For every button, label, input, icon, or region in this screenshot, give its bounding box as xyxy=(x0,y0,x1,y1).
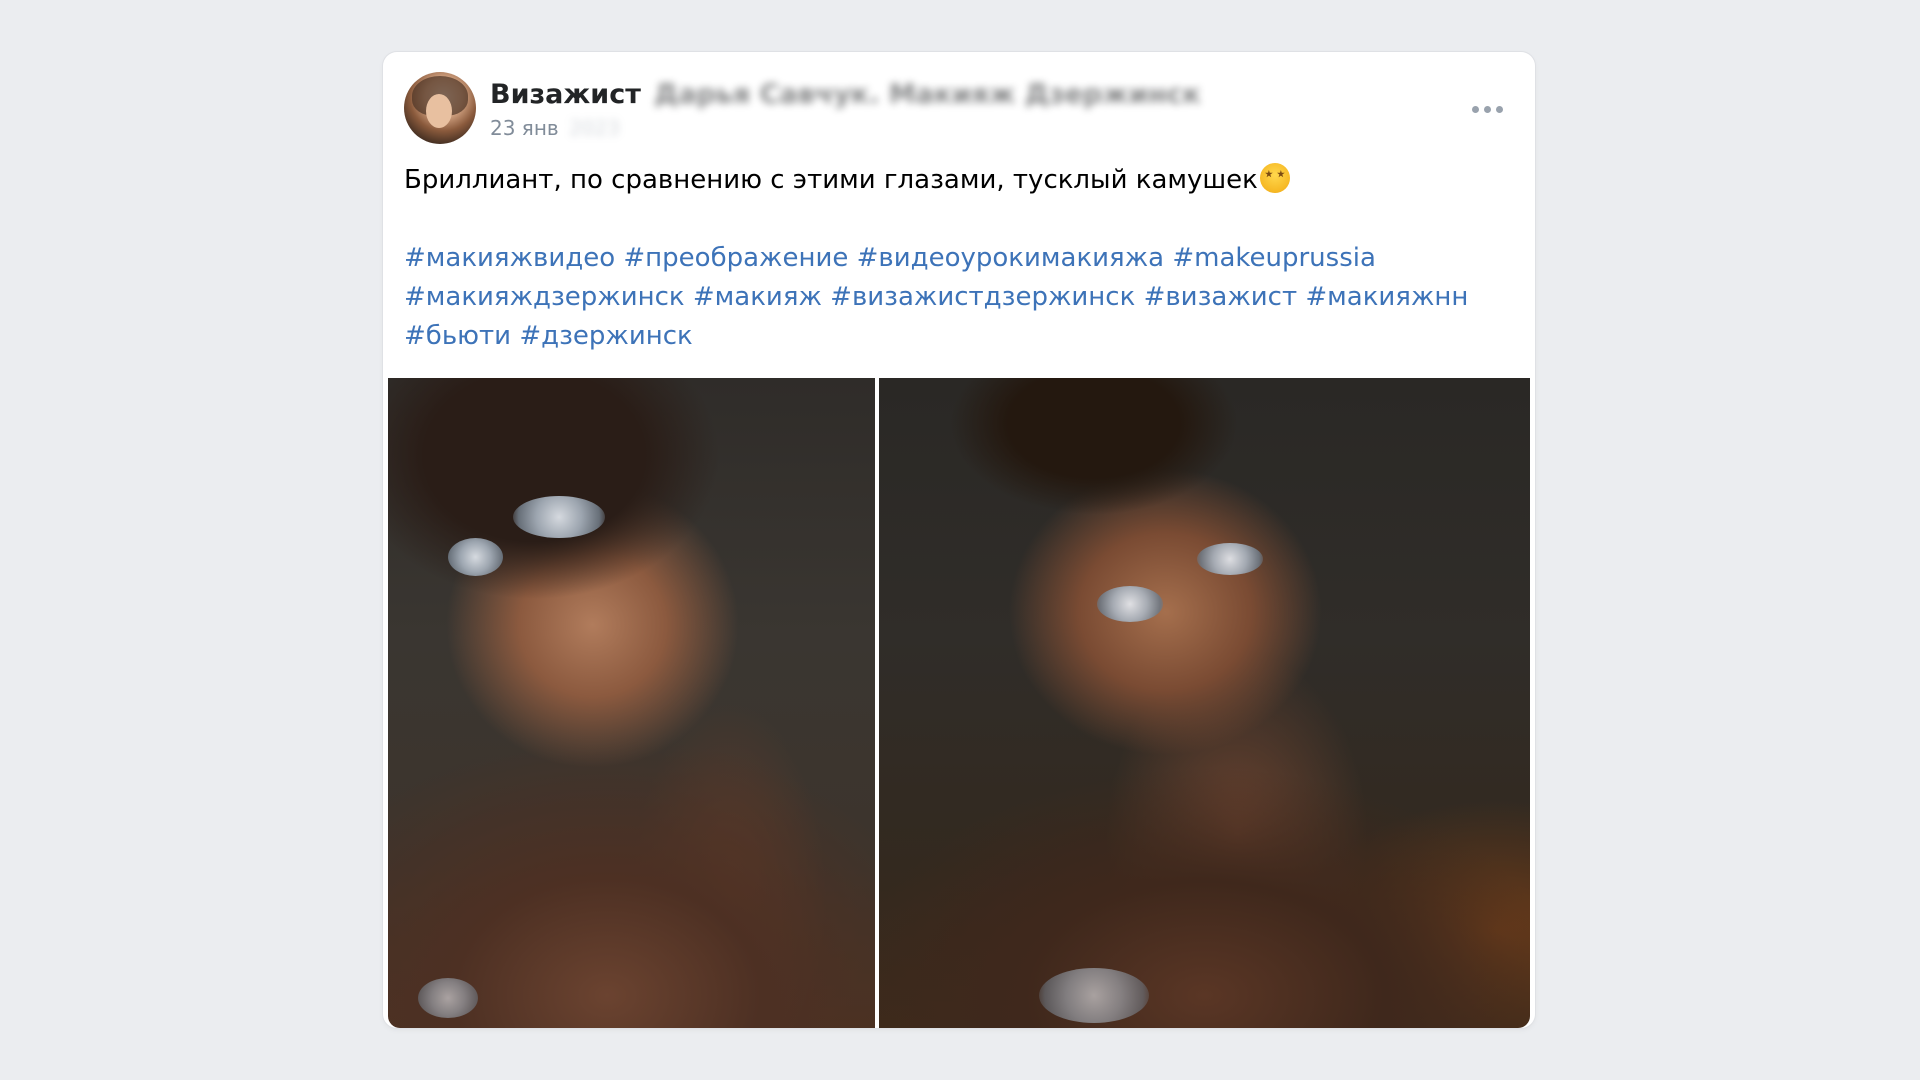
hashtag-link[interactable]: #макияждзержинск xyxy=(404,282,685,312)
post-text: Бриллиант, по сравнению с этими глазами,… xyxy=(404,161,1504,200)
author-line[interactable]: Визажист Дарья Савчук. Макияж Дзержинск xyxy=(490,77,1201,113)
post-date[interactable]: 23 янв 2023 xyxy=(490,114,620,142)
author-avatar[interactable] xyxy=(404,72,476,144)
hashtag-link[interactable]: #визажистдзержинск xyxy=(830,282,1135,312)
hashtag-link[interactable]: #макияж xyxy=(693,282,822,312)
hashtag-link[interactable]: #макияжнн xyxy=(1305,282,1468,312)
author-name[interactable]: Визажист xyxy=(490,79,641,110)
hashtag-link[interactable]: #преображение xyxy=(623,243,848,273)
more-horizontal-icon-dot xyxy=(1495,105,1503,113)
star-struck-emoji-icon xyxy=(1259,163,1290,193)
more-horizontal-icon-dot xyxy=(1483,105,1491,113)
hashtag-link[interactable]: #дзержинск xyxy=(519,321,692,351)
more-horizontal-icon xyxy=(1471,105,1479,113)
hashtag-list: #макияжвидео #преображение #видеоурокима… xyxy=(404,239,1514,356)
post-photo-1[interactable] xyxy=(388,378,875,1028)
hashtag-link[interactable]: #макияжвидео xyxy=(404,243,615,273)
sequin-top xyxy=(1039,968,1149,1023)
glitter-eyeshadow-right xyxy=(1097,586,1163,622)
post-date-text[interactable]: 23 янв xyxy=(490,116,559,140)
post-text-content: Бриллиант, по сравнению с этими глазами,… xyxy=(404,165,1258,195)
hashtag-link[interactable]: #видеоурокимакияжа xyxy=(857,243,1164,273)
more-options-button[interactable] xyxy=(1465,94,1509,124)
post-date-year-blurred: 2023 xyxy=(569,116,620,140)
glitter-eyeshadow-left xyxy=(1197,543,1263,575)
sequin-top xyxy=(418,978,478,1018)
hashtag-link[interactable]: #makeuprussia xyxy=(1172,243,1376,273)
avatar-face xyxy=(426,94,452,128)
post-card: Визажист Дарья Савчук. Макияж Дзержинск … xyxy=(383,52,1535,1028)
glitter-eyeshadow-right xyxy=(448,538,503,576)
author-name-blurred: Дарья Савчук. Макияж Дзержинск xyxy=(654,79,1201,110)
glitter-eyeshadow-left xyxy=(513,496,605,538)
hashtag-link[interactable]: #бьюти xyxy=(404,321,511,351)
hashtag-link[interactable]: #визажист xyxy=(1144,282,1298,312)
post-photo-2[interactable] xyxy=(879,378,1530,1028)
